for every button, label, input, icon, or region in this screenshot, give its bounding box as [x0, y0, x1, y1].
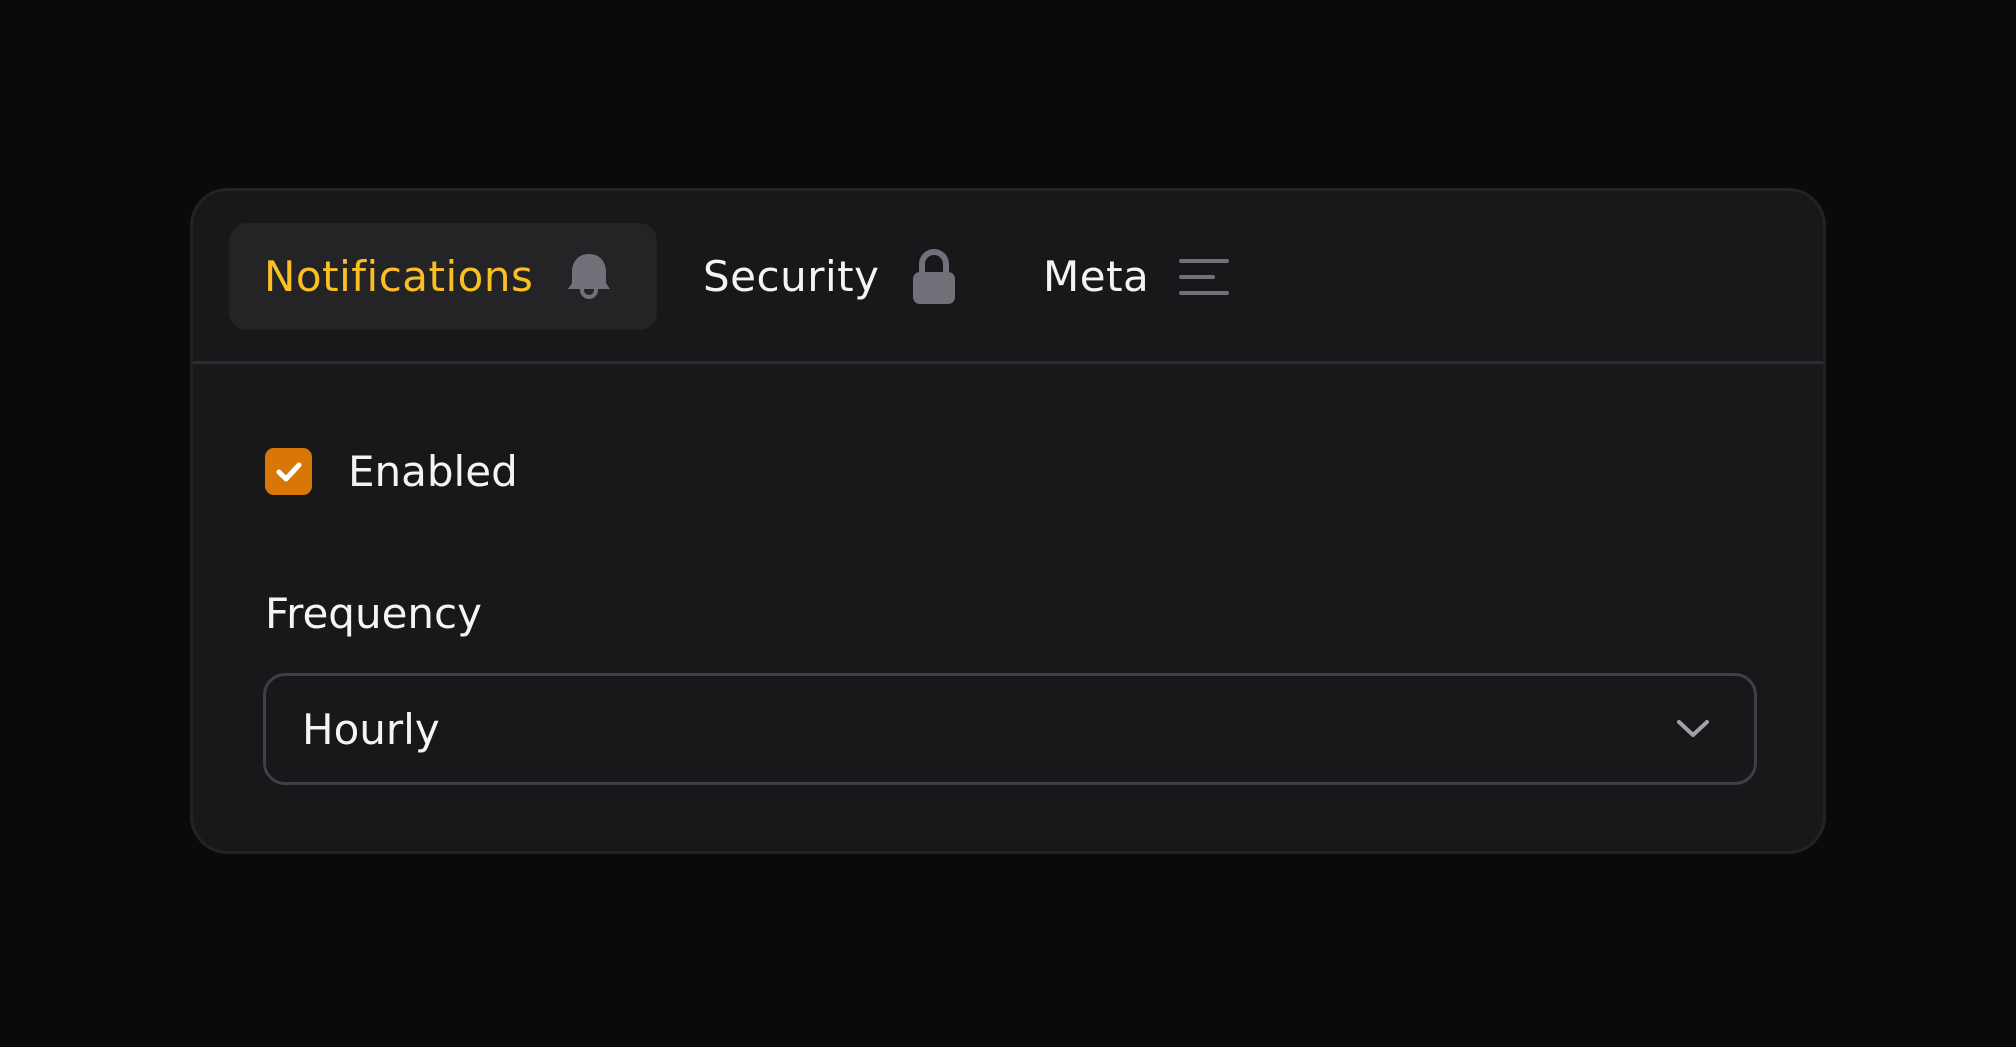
tab-security-label: Security [703, 252, 880, 301]
tab-meta-label: Meta [1043, 252, 1150, 301]
tab-notifications-label: Notifications [264, 252, 534, 301]
menu-lines-icon [1179, 257, 1230, 297]
enabled-checkbox[interactable] [265, 448, 312, 495]
tab-meta[interactable]: Meta [1043, 223, 1303, 330]
frequency-select[interactable]: Hourly [263, 673, 1757, 785]
bell-icon [567, 252, 611, 302]
frequency-select-value: Hourly [302, 704, 440, 754]
settings-card: Notifications Security Meta Enabled Freq… [190, 188, 1826, 854]
enabled-label: Enabled [348, 447, 518, 496]
tab-security[interactable]: Security [703, 223, 1013, 330]
checkmark-icon [276, 462, 301, 481]
lock-icon [911, 248, 957, 306]
frequency-label: Frequency [265, 589, 482, 638]
enabled-toggle-row[interactable]: Enabled [265, 447, 518, 496]
chevron-down-icon [1676, 718, 1710, 740]
tab-bar: Notifications Security Meta [193, 191, 1823, 364]
tab-notifications[interactable]: Notifications [229, 223, 657, 330]
